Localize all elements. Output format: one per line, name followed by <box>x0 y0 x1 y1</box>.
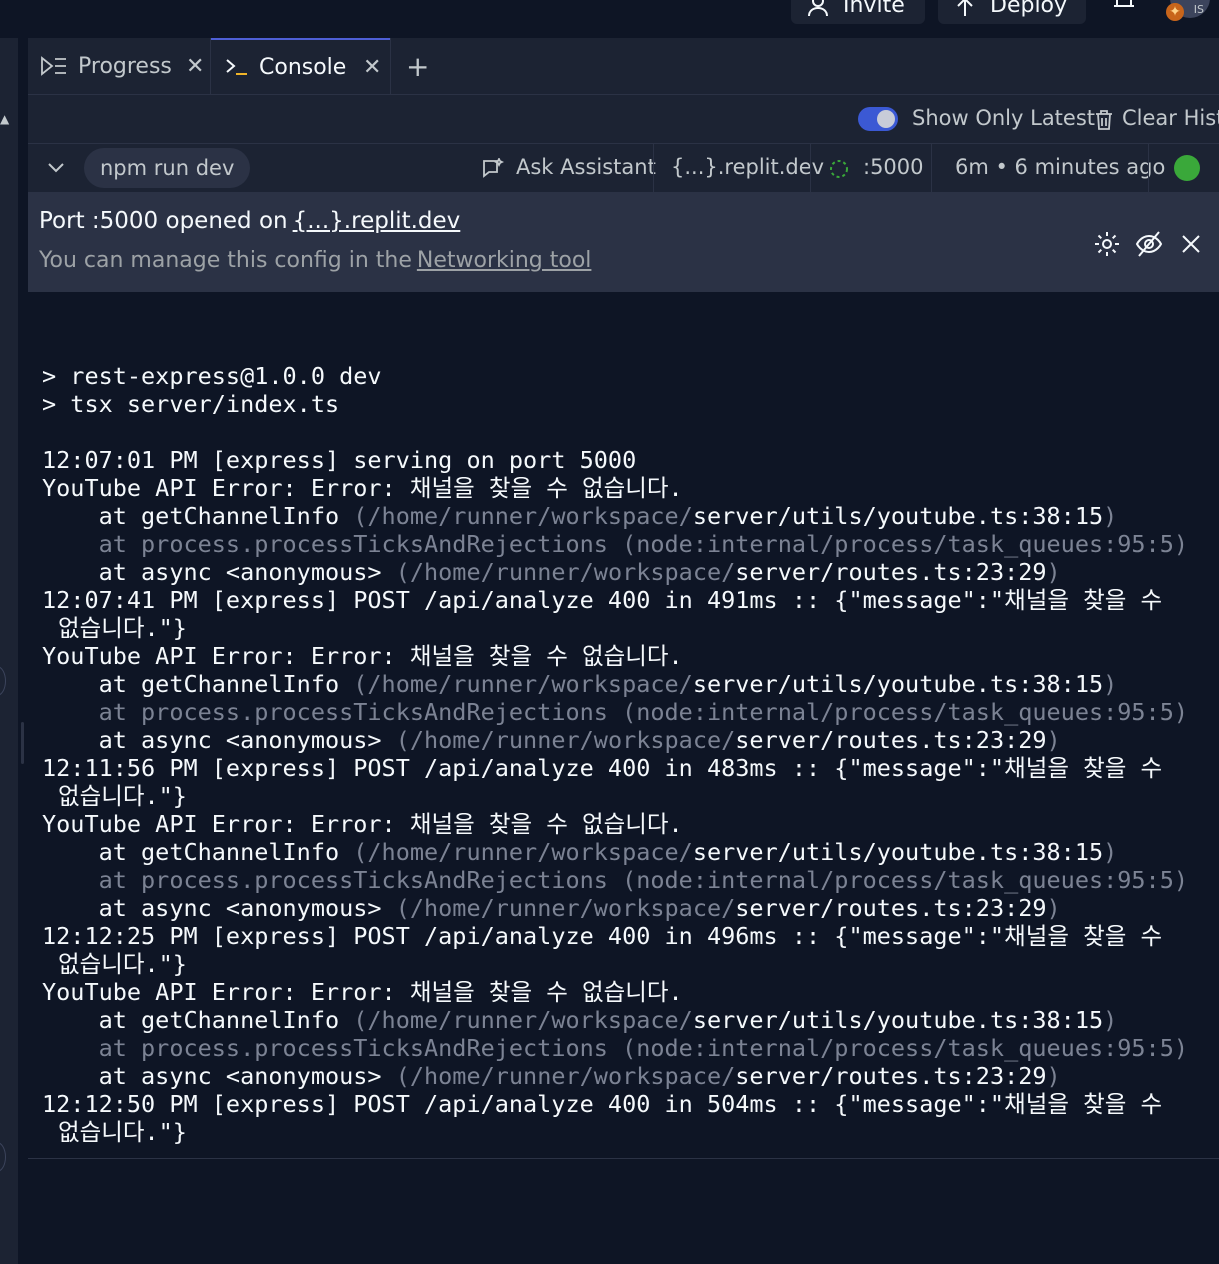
progress-icon <box>40 56 68 76</box>
chat-icon <box>483 158 504 178</box>
run-command-pill[interactable]: npm run dev <box>84 148 251 188</box>
left-gutter <box>0 38 18 1264</box>
console-line: 12:12:50 PM [express] POST /api/analyze … <box>42 1090 1163 1118</box>
console-line: at getChannelInfo (/home/runner/workspac… <box>42 502 1118 530</box>
console-line: at process.processTicksAndRejections (no… <box>42 530 1189 558</box>
close-icon[interactable] <box>1181 234 1201 254</box>
avatar-badge: ✦ <box>1166 3 1184 21</box>
console-line: 12:12:25 PM [express] POST /api/analyze … <box>42 922 1163 950</box>
run-status-indicator <box>1174 155 1200 181</box>
uptime-label: 6m • 6 minutes ago <box>955 155 1166 179</box>
tab-console-label: Console <box>259 54 347 80</box>
gear-icon[interactable] <box>1093 230 1121 258</box>
deploy-icon <box>957 0 973 16</box>
banner-message: Port :5000 opened on {...}.replit.dev <box>39 208 460 234</box>
console-line: at async <anonymous> (/home/runner/works… <box>42 1062 1061 1090</box>
resize-handle[interactable] <box>21 722 24 764</box>
console-line: YouTube API Error: Error: 채널을 찾을 수 없습니다. <box>42 474 683 502</box>
console-line: YouTube API Error: Error: 채널을 찾을 수 없습니다. <box>42 642 683 670</box>
console-line: 12:07:01 PM [express] serving on port 50… <box>42 446 637 474</box>
console-empty-area <box>28 1159 1219 1264</box>
console-line: YouTube API Error: Error: 채널을 찾을 수 없습니다. <box>42 978 683 1006</box>
console-line: 12:11:56 PM [express] POST /api/analyze … <box>42 754 1163 782</box>
console-line: YouTube API Error: Error: 채널을 찾을 수 없습니다. <box>42 810 683 838</box>
console-line: 12:07:41 PM [express] POST /api/analyze … <box>42 586 1163 614</box>
tab-console[interactable]: Console ✕ <box>211 38 390 94</box>
pane-splitter[interactable] <box>18 38 28 1264</box>
tab-bar: Progress ✕ Console ✕ + <box>28 38 1219 95</box>
trash-icon[interactable] <box>1094 109 1114 131</box>
show-latest-label: Show Only Latest <box>912 106 1096 130</box>
console-line: 없습니다."} <box>58 782 187 810</box>
ask-assistant-button[interactable]: Ask Assistant <box>516 155 656 179</box>
eye-off-icon[interactable] <box>1135 230 1163 258</box>
console-line: at async <anonymous> (/home/runner/works… <box>42 726 1061 754</box>
run-toolbar: npm run dev Ask Assistant {...}.replit.d… <box>28 144 1219 192</box>
chevron-down-icon[interactable] <box>46 158 66 178</box>
banner-prefix: Port :5000 opened on <box>39 208 288 234</box>
console-line: at getChannelInfo (/home/runner/workspac… <box>42 1006 1118 1034</box>
console-pane: Progress ✕ Console ✕ + Show Only Latest … <box>28 38 1219 1264</box>
invite-button[interactable]: Invite <box>791 0 925 24</box>
console-line: at getChannelInfo (/home/runner/workspac… <box>42 670 1118 698</box>
show-latest-toggle[interactable] <box>858 107 898 131</box>
console-toolbar: Show Only Latest Clear History <box>28 95 1219 144</box>
banner-domain-link[interactable]: {...}.replit.dev <box>293 208 461 234</box>
user-icon <box>808 0 828 16</box>
deploy-label: Deploy <box>990 0 1068 18</box>
console-log: > rest-express@1.0.0 dev > tsx server/ind… <box>42 334 1188 1146</box>
top-bar: Invite Deploy IS ✦ <box>0 0 1219 38</box>
console-line: > rest-express@1.0.0 dev <box>42 362 382 390</box>
tab-progress[interactable]: Progress ✕ <box>28 38 210 94</box>
close-icon[interactable]: ✕ <box>363 55 381 80</box>
networking-tool-link[interactable]: Networking tool <box>417 248 592 273</box>
terminal-icon <box>225 57 249 77</box>
console-line: at async <anonymous> (/home/runner/works… <box>42 558 1061 586</box>
console-output[interactable]: > rest-express@1.0.0 dev > tsx server/ind… <box>28 292 1219 1158</box>
close-icon[interactable]: ✕ <box>186 54 204 79</box>
add-tab-button[interactable]: + <box>406 50 429 83</box>
caret-up-icon: ▲ <box>0 112 10 126</box>
clear-history-button[interactable]: Clear History <box>1122 106 1219 130</box>
banner-hint-prefix: You can manage this config in the <box>39 248 412 273</box>
deploy-button[interactable]: Deploy <box>938 0 1086 24</box>
bell-icon[interactable] <box>1110 0 1138 14</box>
console-line: > tsx server/index.ts <box>42 390 340 418</box>
console-line: at getChannelInfo (/home/runner/workspac… <box>42 838 1118 866</box>
port-banner: Port :5000 opened on {...}.replit.dev You… <box>28 192 1219 292</box>
invite-label: Invite <box>843 0 905 18</box>
avatar-initials: IS <box>1193 3 1204 16</box>
domain-link[interactable]: {...}.replit.dev <box>671 155 824 179</box>
port-status-icon <box>830 160 848 178</box>
port-label[interactable]: :5000 <box>863 155 924 179</box>
console-line: 없습니다."} <box>58 1118 187 1146</box>
console-line: at process.processTicksAndRejections (no… <box>42 866 1189 894</box>
console-line: 없습니다."} <box>58 950 187 978</box>
tab-progress-label: Progress <box>78 53 172 79</box>
console-line: 없습니다."} <box>58 614 187 642</box>
console-line: at process.processTicksAndRejections (no… <box>42 1034 1189 1062</box>
console-line: at async <anonymous> (/home/runner/works… <box>42 894 1061 922</box>
console-line: at process.processTicksAndRejections (no… <box>42 698 1189 726</box>
banner-hint: You can manage this config in the Network… <box>39 248 591 273</box>
